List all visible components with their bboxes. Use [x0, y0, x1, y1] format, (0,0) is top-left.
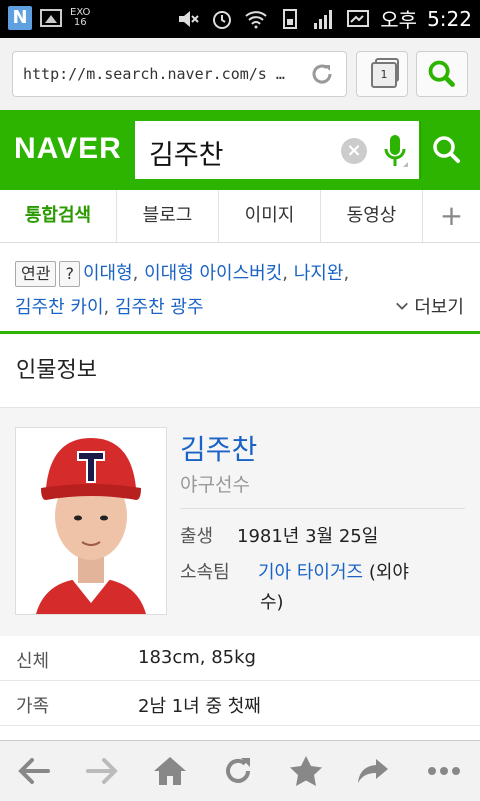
status-right: 오후 5:22: [176, 4, 472, 33]
search-button[interactable]: [420, 121, 471, 179]
status-bar: N EXO 16 오후 5:22: [0, 0, 480, 38]
birth-label: 출생: [180, 526, 214, 547]
tab-image[interactable]: 이미지: [219, 190, 321, 242]
sim-icon: [283, 8, 298, 29]
help-button[interactable]: ?: [59, 261, 80, 287]
team-position-cont: 수): [260, 592, 284, 613]
divider: [180, 508, 465, 509]
info-value: 183cm, 85kg: [138, 647, 256, 668]
clear-icon[interactable]: ×: [341, 138, 367, 164]
related-item[interactable]: 이대형: [83, 263, 133, 284]
status-ampm: 오후: [380, 8, 418, 32]
related-item[interactable]: 김주찬 카이: [15, 297, 104, 318]
reload-icon[interactable]: [308, 60, 336, 88]
browser-search-button[interactable]: [416, 51, 468, 97]
related-item[interactable]: 나지완: [294, 263, 344, 284]
signal-icon: [314, 9, 333, 29]
browser-toolbar: http://m.search.naver.com/s … 1: [0, 38, 480, 111]
team-link[interactable]: 기아 타이거즈: [258, 562, 363, 583]
url-field[interactable]: http://m.search.naver.com/s …: [12, 51, 347, 97]
naver-logo[interactable]: NAVER: [14, 132, 122, 166]
status-time: 5:22: [427, 6, 472, 31]
status-left: N EXO 16: [8, 6, 90, 30]
screen-icon: [347, 9, 370, 27]
search-icon: [433, 136, 460, 163]
info-row-body: 신체 183cm, 85kg: [0, 636, 480, 681]
related-item[interactable]: 이대형 아이스버킷: [144, 263, 282, 284]
picture-icon: [40, 9, 62, 27]
alarm-icon: [213, 10, 232, 29]
related-line-2: 김주찬 카이, 김주찬 광주: [15, 297, 204, 318]
tabs-button[interactable]: 1: [356, 51, 408, 97]
related-tag: 연관: [15, 261, 57, 287]
birth-value: 1981년 3월 25일: [237, 526, 379, 547]
player-portrait: [16, 428, 166, 614]
section-title: 인물정보: [16, 358, 97, 383]
info-value: 2남 1녀 중 첫째: [138, 696, 261, 717]
refresh-icon[interactable]: [218, 753, 258, 789]
search-tabs: 통합검색 블로그 이미지 동영상 +: [0, 190, 480, 243]
team-position: (외야: [368, 562, 409, 583]
info-row-family: 가족 2남 1녀 중 첫째: [0, 681, 480, 726]
naver-app-icon: N: [8, 6, 32, 30]
more-button[interactable]: 더보기: [395, 293, 464, 319]
profile-card: 김주찬 야구선수 출생 1981년 3월 25일 소속팀 기아 타이거즈 (외야 수…: [0, 407, 480, 637]
team-label: 소속팀: [180, 562, 230, 583]
info-label: 가족: [16, 696, 50, 717]
profile-job: 야구선수: [180, 474, 250, 496]
exo-icon: EXO 16: [70, 8, 90, 28]
team-row: 소속팀 기아 타이거즈 (외야: [180, 558, 409, 584]
bookmark-star-icon[interactable]: [286, 753, 326, 789]
exo-num: 16: [73, 17, 87, 28]
more-label: 더보기: [414, 297, 464, 318]
info-label: 신체: [16, 651, 50, 672]
profile-name[interactable]: 김주찬: [180, 428, 257, 468]
bottom-toolbar: [0, 740, 480, 801]
tab-more-button[interactable]: +: [423, 190, 480, 242]
related-line-1: 연관? 이대형, 이대형 아이스버킷, 나지완,: [15, 259, 349, 287]
search-icon: [428, 60, 455, 87]
url-text: http://m.search.naver.com/s …: [23, 65, 285, 83]
tab-blog[interactable]: 블로그: [117, 190, 219, 242]
back-icon[interactable]: [14, 753, 54, 789]
search-query: 김주찬: [149, 140, 224, 171]
naver-header: NAVER 김주찬 ×: [0, 110, 480, 190]
share-icon[interactable]: [354, 753, 394, 789]
home-icon[interactable]: [150, 753, 190, 789]
tab-video[interactable]: 동영상: [321, 190, 423, 242]
mute-icon: [179, 10, 199, 27]
more-menu-icon[interactable]: [424, 753, 464, 789]
chevron-down-icon: [395, 302, 408, 310]
related-item[interactable]: 김주찬 광주: [115, 297, 204, 318]
wifi-icon: [245, 10, 267, 28]
tab-integrated[interactable]: 통합검색: [0, 190, 117, 242]
search-input[interactable]: 김주찬 ×: [135, 121, 419, 179]
profile-photo[interactable]: [15, 427, 167, 615]
microphone-icon[interactable]: [381, 131, 409, 171]
birth-row: 출생 1981년 3월 25일: [180, 522, 378, 548]
forward-icon[interactable]: [82, 753, 122, 789]
tab-count: 1: [371, 62, 397, 88]
related-searches: 연관? 이대형, 이대형 아이스버킷, 나지완, 김주찬 카이, 김주찬 광주 더…: [0, 243, 480, 334]
